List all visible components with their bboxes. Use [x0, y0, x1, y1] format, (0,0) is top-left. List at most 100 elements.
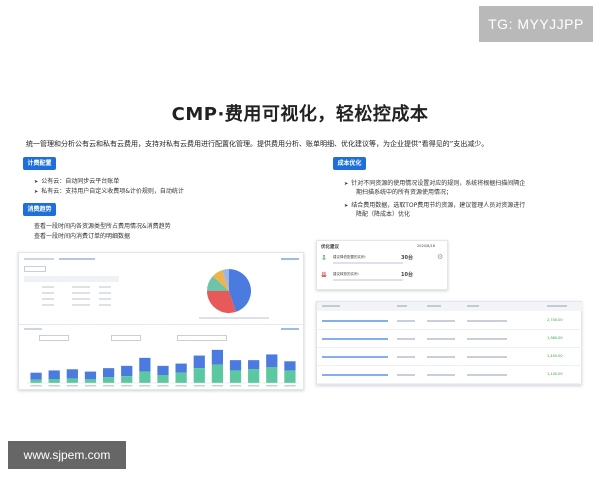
bar-series1	[48, 370, 60, 379]
saving-value: 1,100.00	[547, 372, 563, 376]
divider	[19, 324, 305, 325]
table-cell	[72, 304, 90, 306]
cost-config-item: ➤ 公有云：自动同步云平台账单	[34, 178, 120, 185]
status-cell	[397, 338, 415, 340]
bar-series2	[30, 379, 42, 383]
table-cell	[72, 298, 90, 300]
resource-link[interactable]	[322, 356, 388, 358]
cost-optimize-item-cont: 期扫描系统中的所有资源使用情况；	[356, 189, 453, 196]
status-cell	[397, 320, 415, 322]
table-cell	[42, 292, 54, 294]
cost-optimize-item: ➤ 结合费用数据，选取TOP费用节约资源，建议管理人员对资源进行	[344, 202, 526, 209]
consume-trend-line: 查看一段时间内消费订单的明细数据	[34, 233, 131, 240]
bar-series1	[211, 349, 224, 365]
x-tick-label	[193, 385, 205, 387]
x-tick-label	[229, 385, 242, 387]
reason-cell	[467, 356, 507, 358]
col-header	[467, 305, 479, 307]
saving-value: 2,700.00	[547, 318, 563, 322]
opt-card-date: 2020/8/18	[417, 244, 435, 248]
type-cell	[427, 356, 455, 358]
bar-series2	[211, 364, 224, 383]
table-cell	[72, 292, 90, 294]
placeholder-text	[333, 279, 403, 281]
downgrade-label: 建议降低配置的实例：	[333, 255, 368, 259]
table-row: 1,980.00	[317, 332, 583, 348]
arrow-bullet-icon: ➤	[344, 181, 349, 187]
bar-series2	[157, 375, 169, 383]
site-watermark: www.sjpem.com	[8, 441, 126, 469]
x-tick-label	[266, 385, 278, 387]
col-header	[397, 305, 407, 307]
cost-pie-chart	[207, 269, 251, 313]
bar-series1	[102, 368, 115, 378]
release-label: 建议释放的实例：	[333, 272, 361, 276]
bar-series1	[284, 361, 296, 371]
table-cell	[99, 304, 111, 306]
cost-config-tag: 计费配置	[23, 157, 56, 170]
type-cell	[427, 320, 455, 322]
consume-trend-line: 查看一段时间内各资源类型所占费用情况&消费趋势	[34, 223, 171, 230]
placeholder-link	[281, 258, 299, 260]
x-tick-label	[211, 385, 224, 387]
bar-series2	[175, 372, 187, 383]
col-header	[322, 305, 340, 307]
bar-series2	[266, 367, 278, 383]
dropdown-select[interactable]	[39, 335, 69, 341]
bar-series1	[248, 360, 260, 370]
date-range-picker[interactable]	[177, 335, 227, 341]
resource-link[interactable]	[322, 338, 388, 340]
cost-config-item: ➤ 私有云：支持用户自定义收费项&计价规则，自动统计	[34, 188, 184, 195]
bar-series1	[266, 354, 278, 367]
page-title: CMP·费用可视化，轻松控成本	[171, 104, 429, 125]
placeholder-text	[24, 328, 42, 330]
arrow-bullet-icon: ➤	[34, 179, 39, 185]
arrow-bullet-icon: ➤	[34, 189, 39, 195]
bar-series1	[175, 363, 187, 373]
table-row: 2,700.00	[317, 314, 583, 330]
consume-trend-tag: 消费趋势	[23, 203, 56, 216]
x-tick-label	[66, 385, 78, 387]
resource-link[interactable]	[322, 320, 388, 322]
x-tick-label	[48, 385, 60, 387]
bar-series1	[229, 360, 242, 371]
bar-series1	[157, 365, 169, 375]
release-count: 10台	[401, 272, 413, 278]
resource-link[interactable]	[322, 374, 388, 376]
table-row: 1,450.00	[317, 350, 583, 366]
release-icon: ⇊	[321, 271, 327, 279]
table-cell	[72, 286, 90, 288]
cost-trend-bar-chart	[27, 349, 299, 387]
table-cell	[42, 286, 54, 288]
x-tick-label	[157, 385, 169, 387]
bar-series2	[66, 378, 78, 383]
x-tick-label	[248, 385, 260, 387]
bar-series1	[30, 372, 42, 380]
cost-optimize-item-cont: 降配（降成本）优化	[356, 211, 411, 218]
placeholder-text	[24, 258, 54, 260]
dropdown-select[interactable]	[111, 335, 141, 341]
bar-series1	[66, 369, 78, 379]
table-header	[317, 302, 583, 311]
table-cell	[42, 298, 54, 300]
table-cell	[99, 298, 111, 300]
dropdown-select[interactable]	[24, 266, 46, 272]
reason-cell	[467, 374, 507, 376]
bar-series2	[284, 370, 296, 383]
gear-icon[interactable]: ⚙	[437, 253, 443, 261]
placeholder-text	[59, 258, 95, 260]
bar-series1	[121, 365, 133, 377]
bar-series1	[193, 355, 205, 369]
bar-series2	[48, 379, 60, 383]
optimization-card: 优化建议 2020/8/18 ⇩ 建议降低配置的实例： 30台 ⇊ 建议释放的实…	[316, 240, 448, 290]
x-tick-label	[121, 385, 133, 387]
saving-value: 1,980.00	[547, 336, 563, 340]
downgrade-icon: ⇩	[321, 254, 327, 262]
x-tick-label	[139, 385, 151, 387]
arrow-bullet-icon: ➤	[344, 203, 349, 209]
cost-optimize-item: ➤ 针对不同资源的使用情况设置对应的规则，系统将根据扫描间隔企	[344, 180, 526, 187]
bar-series2	[193, 368, 205, 383]
tg-badge: TG: MYYJJPP	[479, 6, 593, 42]
col-header	[427, 305, 441, 307]
downgrade-count: 30台	[401, 255, 413, 261]
